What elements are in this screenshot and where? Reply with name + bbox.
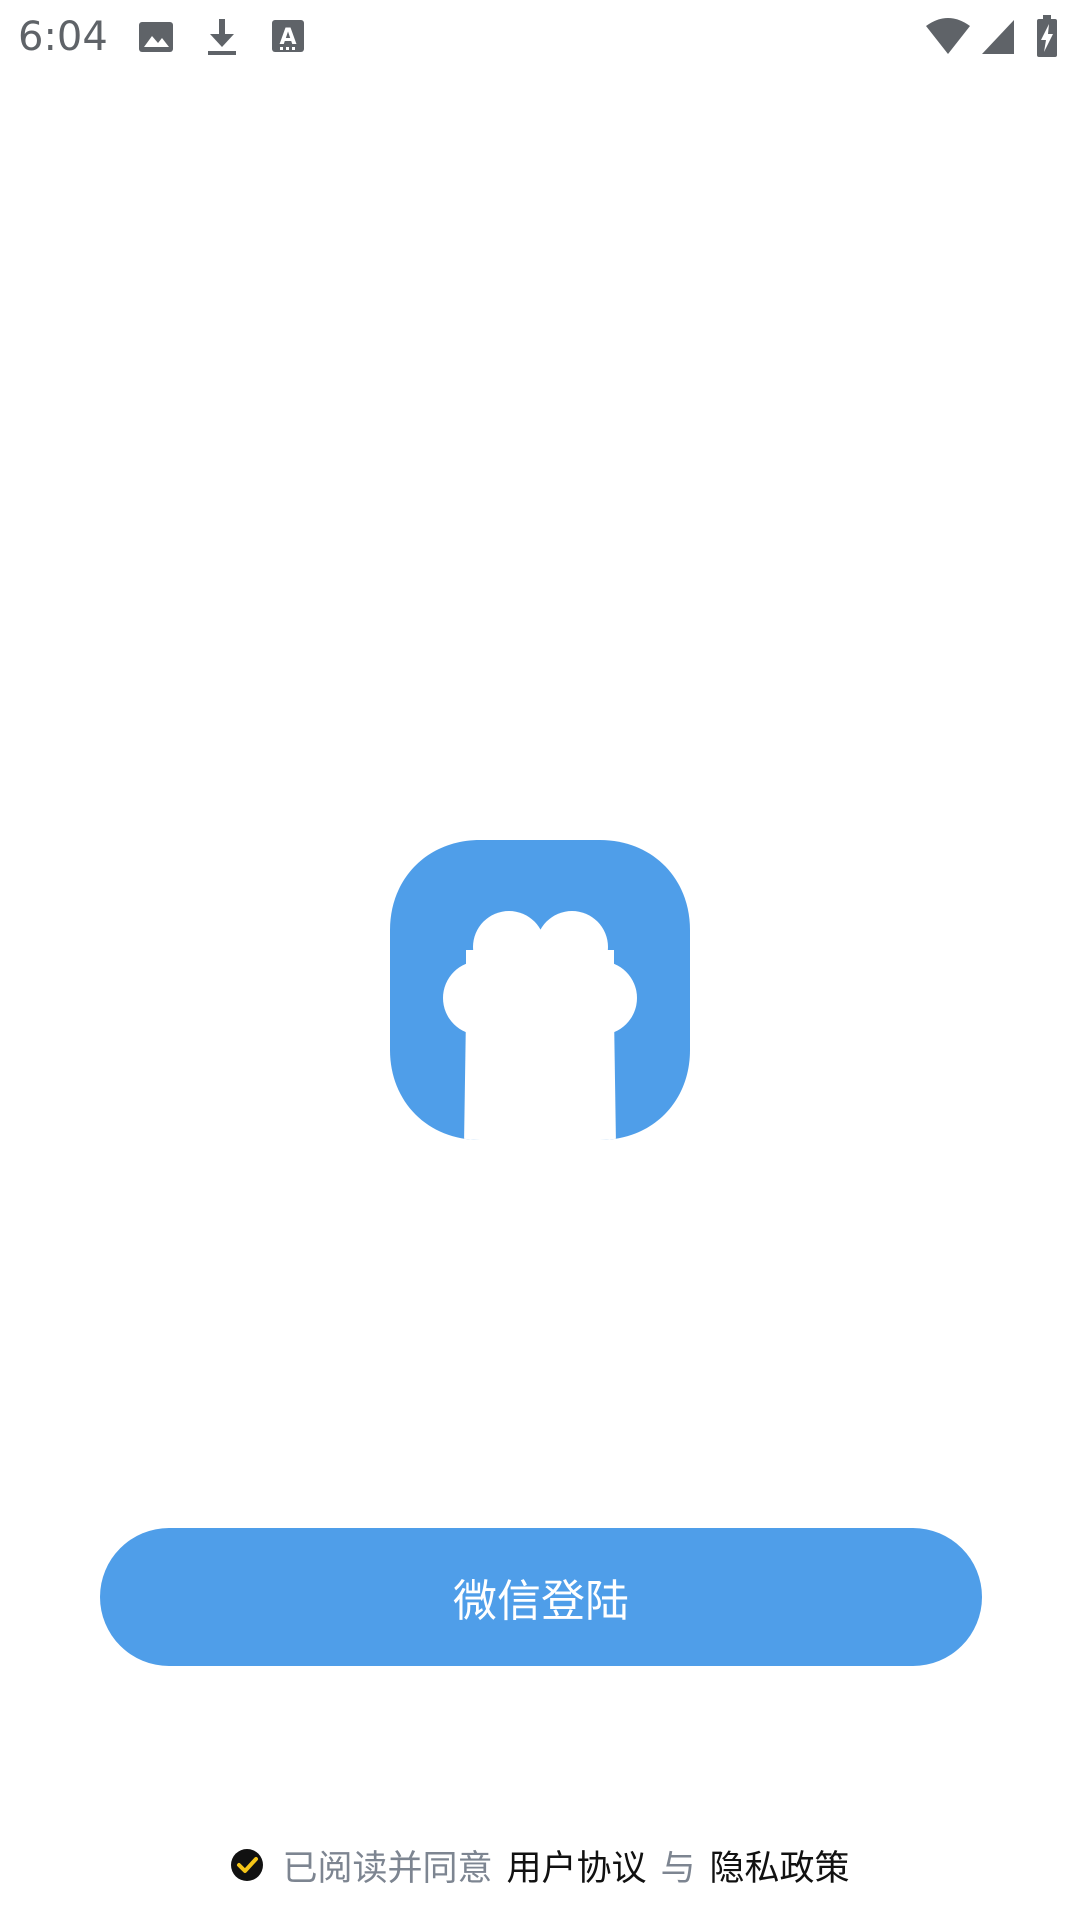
status-bar: 6:04 A <box>0 0 1080 76</box>
status-time: 6:04 <box>18 14 108 60</box>
agreement-row: 已阅读并同意 用户协议 与 隐私政策 <box>0 1840 1080 1890</box>
user-agreement-link[interactable]: 用户协议 <box>506 1840 646 1891</box>
app-logo <box>390 840 690 1140</box>
image-icon <box>136 14 176 58</box>
wechat-login-button[interactable]: 微信登陆 <box>100 1528 982 1666</box>
svg-text:A: A <box>279 25 296 50</box>
cell-signal-icon <box>980 14 1016 58</box>
download-icon <box>202 14 242 58</box>
privacy-policy-link[interactable]: 隐私政策 <box>710 1840 850 1891</box>
agreement-checkbox-icon[interactable] <box>230 1848 264 1882</box>
login-button-label: 微信登陆 <box>453 1576 629 1627</box>
battery-charging-icon <box>1034 14 1060 58</box>
login-screen: 6:04 A 微信登陆 已阅读并同意 用户协议 与 隐私政策 <box>0 0 1080 1920</box>
agreement-prefix-text: 已阅读并同意 <box>282 1848 493 1889</box>
agreement-conjunction-text: 与 <box>660 1848 696 1889</box>
font-icon: A <box>268 14 308 58</box>
wifi-icon <box>924 14 972 58</box>
